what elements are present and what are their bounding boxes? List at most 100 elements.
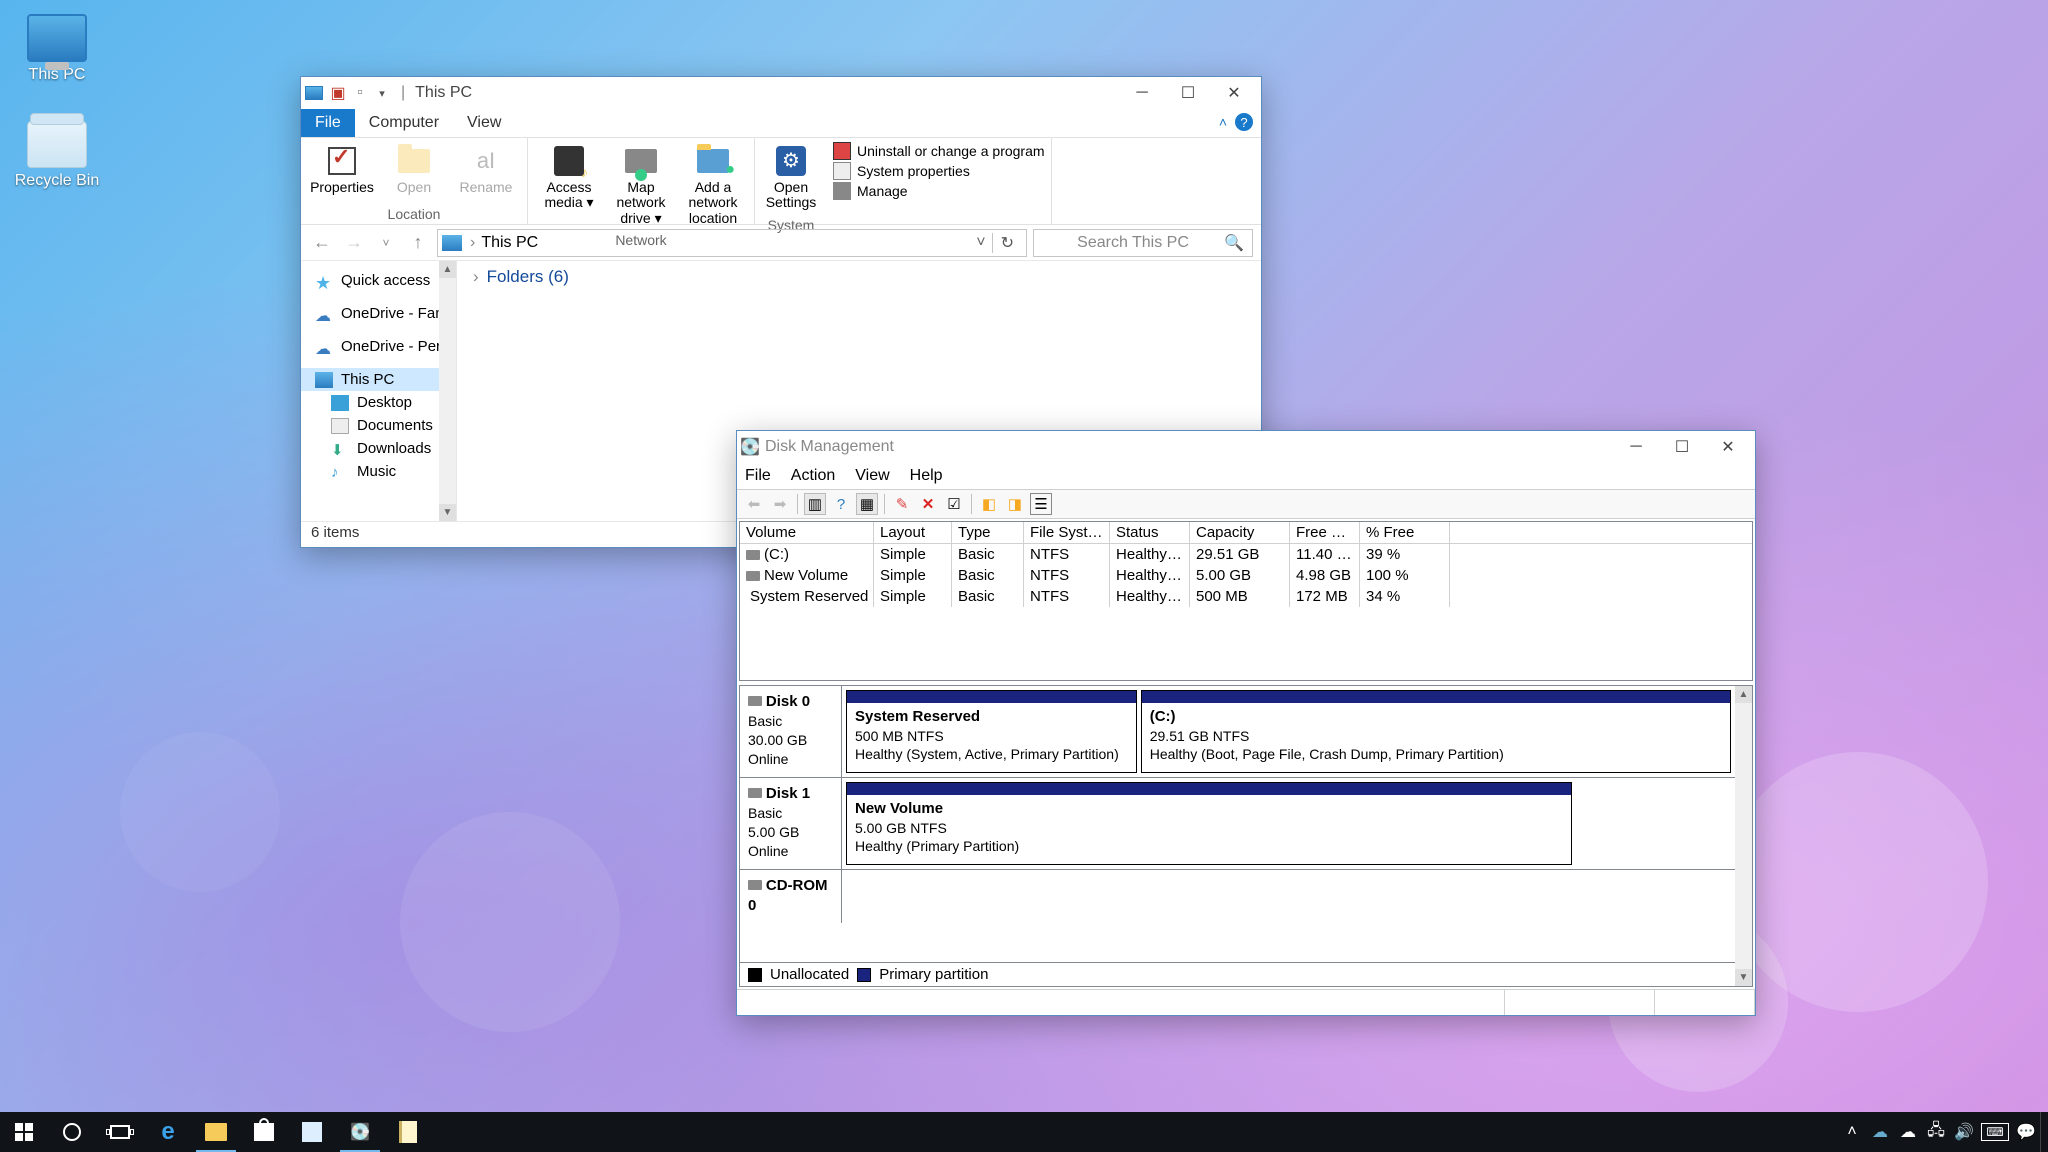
- action-icon[interactable]: ◨: [1004, 493, 1026, 515]
- folders-group-header[interactable]: › Folders (6): [473, 267, 1245, 287]
- up-button[interactable]: ↑: [405, 230, 431, 256]
- action-icon[interactable]: ◧: [978, 493, 1000, 515]
- qat-new-folder-icon[interactable]: ▫: [351, 84, 369, 102]
- help-icon[interactable]: ?: [830, 493, 852, 515]
- action-center-button[interactable]: 💬: [2012, 1112, 2040, 1152]
- nav-documents[interactable]: Documents: [301, 414, 456, 437]
- show-desktop[interactable]: [2040, 1112, 2048, 1152]
- desktop-icon-recycle-bin[interactable]: Recycle Bin: [12, 120, 102, 190]
- file-explorer-taskbar[interactable]: [192, 1112, 240, 1152]
- diskmgmt-titlebar[interactable]: 💽 Disk Management ─ ☐ ✕: [737, 431, 1755, 463]
- qat-dropdown-icon[interactable]: ▾: [373, 84, 391, 102]
- tray-keyboard-icon[interactable]: ⌨: [1978, 1112, 2012, 1152]
- partition[interactable]: (C:)29.51 GB NTFSHealthy (Boot, Page Fil…: [1141, 690, 1731, 773]
- nav-scrollbar[interactable]: ▲ ▼: [439, 261, 456, 521]
- tray-overflow[interactable]: ˄: [1838, 1112, 1866, 1152]
- address-bar[interactable]: › This PC ˅ ↻: [437, 229, 1027, 257]
- scroll-up-icon[interactable]: ▲: [439, 261, 456, 278]
- delete-icon[interactable]: ✕: [917, 493, 939, 515]
- tray-weather-icon[interactable]: ☁: [1866, 1112, 1894, 1152]
- rename-button[interactable]: aIRename: [451, 142, 521, 197]
- system-properties-button[interactable]: System properties: [833, 162, 1045, 180]
- volume-row[interactable]: New VolumeSimpleBasicNTFSHealthy (P...5.…: [740, 565, 1752, 586]
- explorer-titlebar[interactable]: ▣ ▫ ▾ | This PC ─ ☐ ✕: [301, 77, 1261, 109]
- map-network-drive-button[interactable]: Map network drive ▾: [606, 142, 676, 228]
- store-button[interactable]: [240, 1112, 288, 1152]
- volume-row[interactable]: (C:)SimpleBasicNTFSHealthy (B...29.51 GB…: [740, 544, 1752, 565]
- volume-row[interactable]: System ReservedSimpleBasicNTFSHealthy (S…: [740, 586, 1752, 607]
- notepad-button[interactable]: [384, 1112, 432, 1152]
- disk-row[interactable]: CD-ROM 0: [740, 870, 1735, 923]
- tray-network-icon[interactable]: 🖧: [1922, 1112, 1950, 1152]
- start-button[interactable]: [0, 1112, 48, 1152]
- disk-management-taskbar[interactable]: 💽: [336, 1112, 384, 1152]
- nav-music[interactable]: ♪Music: [301, 460, 456, 483]
- edge-button[interactable]: e: [144, 1112, 192, 1152]
- col-layout[interactable]: Layout: [874, 522, 952, 543]
- col-volume[interactable]: Volume: [740, 522, 874, 543]
- sticky-notes-button[interactable]: [288, 1112, 336, 1152]
- menu-help[interactable]: Help: [910, 467, 943, 485]
- scroll-down-icon[interactable]: ▼: [1735, 969, 1752, 986]
- partition[interactable]: New Volume5.00 GB NTFSHealthy (Primary P…: [846, 782, 1572, 865]
- partition[interactable]: System Reserved500 MB NTFSHealthy (Syste…: [846, 690, 1137, 773]
- open-button[interactable]: Open: [379, 142, 449, 197]
- recent-dropdown[interactable]: ˅: [373, 230, 399, 256]
- task-view-button[interactable]: [96, 1112, 144, 1152]
- properties-button[interactable]: Properties: [307, 142, 377, 197]
- uninstall-program-button[interactable]: Uninstall or change a program: [833, 142, 1045, 160]
- col-freespace[interactable]: Free Spa...: [1290, 522, 1360, 543]
- nav-desktop[interactable]: Desktop: [301, 391, 456, 414]
- settings-icon[interactable]: ✎: [891, 493, 913, 515]
- refresh-icon[interactable]: ▦: [856, 493, 878, 515]
- add-network-location-button[interactable]: ●Add a network location: [678, 142, 748, 228]
- forward-button[interactable]: →: [341, 230, 367, 256]
- scroll-down-icon[interactable]: ▼: [439, 504, 456, 521]
- properties-icon[interactable]: ☑: [943, 493, 965, 515]
- disk-row[interactable]: Disk 1Basic5.00 GBOnlineNew Volume5.00 G…: [740, 778, 1735, 870]
- col-capacity[interactable]: Capacity: [1190, 522, 1290, 543]
- nav-quick-access[interactable]: ★Quick access: [301, 269, 456, 292]
- view-tab[interactable]: View: [453, 109, 515, 137]
- menu-file[interactable]: File: [745, 467, 771, 485]
- col-status[interactable]: Status: [1110, 522, 1190, 543]
- list-icon[interactable]: ☰: [1030, 493, 1052, 515]
- scroll-up-icon[interactable]: ▲: [1735, 686, 1752, 703]
- collapse-ribbon-icon[interactable]: ˄: [1219, 114, 1227, 130]
- access-media-button[interactable]: ♪Access media ▾: [534, 142, 604, 213]
- forward-icon[interactable]: ➡: [769, 493, 791, 515]
- close-button[interactable]: ✕: [1211, 77, 1257, 109]
- nav-onedrive-family[interactable]: ☁OneDrive - Family: [301, 302, 456, 325]
- col-filesystem[interactable]: File System: [1024, 522, 1110, 543]
- graph-scrollbar[interactable]: ▲ ▼: [1735, 686, 1752, 986]
- manage-button[interactable]: Manage: [833, 182, 1045, 200]
- nav-onedrive-personal[interactable]: ☁OneDrive - Person: [301, 335, 456, 358]
- menu-view[interactable]: View: [855, 467, 889, 485]
- file-tab[interactable]: File: [301, 109, 355, 137]
- back-icon[interactable]: ⬅: [743, 493, 765, 515]
- nav-downloads[interactable]: ⬇Downloads: [301, 437, 456, 460]
- minimize-button[interactable]: ─: [1119, 77, 1165, 109]
- tray-volume-icon[interactable]: 🔊: [1950, 1112, 1978, 1152]
- maximize-button[interactable]: ☐: [1165, 77, 1211, 109]
- back-button[interactable]: ←: [309, 230, 335, 256]
- minimize-button[interactable]: ─: [1613, 431, 1659, 463]
- disk-row[interactable]: Disk 0Basic30.00 GBOnlineSystem Reserved…: [740, 686, 1735, 778]
- computer-tab[interactable]: Computer: [355, 109, 453, 137]
- col-type[interactable]: Type: [952, 522, 1024, 543]
- nav-this-pc[interactable]: This PC: [301, 368, 456, 391]
- address-dropdown-icon[interactable]: ˅: [970, 234, 991, 252]
- help-icon[interactable]: ?: [1235, 113, 1253, 131]
- cortana-button[interactable]: [48, 1112, 96, 1152]
- col-pctfree[interactable]: % Free: [1360, 522, 1450, 543]
- maximize-button[interactable]: ☐: [1659, 431, 1705, 463]
- show-hide-icon[interactable]: ▥: [804, 493, 826, 515]
- qat-properties-icon[interactable]: ▣: [329, 84, 347, 102]
- desktop-icon-this-pc[interactable]: This PC: [12, 14, 102, 84]
- menu-action[interactable]: Action: [791, 467, 835, 485]
- tray-onedrive-icon[interactable]: ☁: [1894, 1112, 1922, 1152]
- refresh-button[interactable]: ↻: [992, 233, 1022, 253]
- open-settings-button[interactable]: ⚙Open Settings: [761, 142, 821, 213]
- search-input[interactable]: Search This PC 🔍: [1033, 229, 1253, 257]
- close-button[interactable]: ✕: [1705, 431, 1751, 463]
